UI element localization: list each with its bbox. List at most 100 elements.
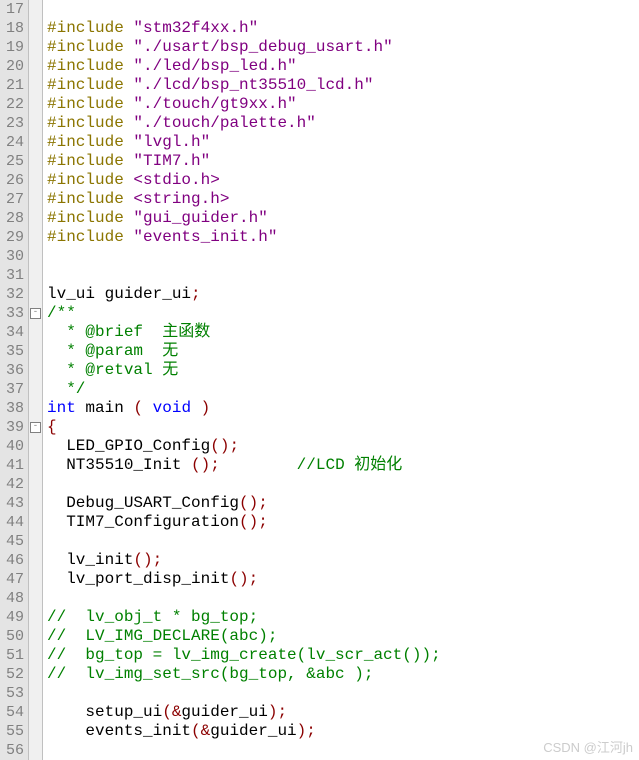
token-ident: lv_port_disp_init xyxy=(47,570,229,588)
line-number: 56 xyxy=(2,741,24,760)
code-line[interactable]: #include "stm32f4xx.h" xyxy=(47,19,441,38)
token-ident: guider_ui xyxy=(210,722,296,740)
code-line[interactable]: TIM7_Configuration(); xyxy=(47,513,441,532)
code-line[interactable]: #include "TIM7.h" xyxy=(47,152,441,171)
token-kw-pre: #include xyxy=(47,133,133,151)
line-number: 38 xyxy=(2,399,24,418)
code-line[interactable] xyxy=(47,741,441,760)
line-number: 27 xyxy=(2,190,24,209)
token-op: (); xyxy=(229,570,258,588)
code-line[interactable]: LED_GPIO_Config(); xyxy=(47,437,441,456)
code-line[interactable]: lv_init(); xyxy=(47,551,441,570)
token-op: (& xyxy=(191,722,210,740)
code-line[interactable]: /** xyxy=(47,304,441,323)
line-number: 29 xyxy=(2,228,24,247)
code-line[interactable]: // bg_top = lv_img_create(lv_scr_act()); xyxy=(47,646,441,665)
token-kw-pre: #include xyxy=(47,171,133,189)
line-number: 41 xyxy=(2,456,24,475)
token-op: { xyxy=(47,418,57,436)
token-str: "./touch/gt9xx.h" xyxy=(133,95,296,113)
fold-column[interactable]: -- xyxy=(28,0,43,760)
code-line[interactable]: #include "./usart/bsp_debug_usart.h" xyxy=(47,38,441,57)
token-ident: main xyxy=(76,399,134,417)
line-number: 21 xyxy=(2,76,24,95)
token-op: (); xyxy=(210,437,239,455)
code-line[interactable]: setup_ui(&guider_ui); xyxy=(47,703,441,722)
code-line[interactable]: events_init(&guider_ui); xyxy=(47,722,441,741)
line-number: 51 xyxy=(2,646,24,665)
token-kw-pre: #include xyxy=(47,19,133,37)
line-number: 39 xyxy=(2,418,24,437)
token-comment: // lv_img_set_src(bg_top, &abc ); xyxy=(47,665,373,683)
token-comment: //LCD 初始化 xyxy=(297,456,403,474)
code-line[interactable]: #include "events_init.h" xyxy=(47,228,441,247)
token-op: ); xyxy=(297,722,316,740)
line-number: 46 xyxy=(2,551,24,570)
token-str: "./touch/palette.h" xyxy=(133,114,315,132)
line-number: 37 xyxy=(2,380,24,399)
line-number: 20 xyxy=(2,57,24,76)
token-ident: guider_ui xyxy=(181,703,267,721)
code-editor: 1718192021222324252627282930313233343536… xyxy=(0,0,639,760)
line-number: 52 xyxy=(2,665,24,684)
line-number: 44 xyxy=(2,513,24,532)
code-line[interactable]: int main ( void ) xyxy=(47,399,441,418)
fold-toggle-icon[interactable]: - xyxy=(30,422,41,433)
code-line[interactable]: Debug_USART_Config(); xyxy=(47,494,441,513)
code-line[interactable]: lv_port_disp_init(); xyxy=(47,570,441,589)
token-ident: events_init xyxy=(47,722,191,740)
token-str: "./led/bsp_led.h" xyxy=(133,57,296,75)
code-line[interactable]: #include "./touch/gt9xx.h" xyxy=(47,95,441,114)
token-angle: <string.h> xyxy=(133,190,229,208)
token-kw-pre: #include xyxy=(47,38,133,56)
code-line[interactable] xyxy=(47,247,441,266)
code-line[interactable] xyxy=(47,532,441,551)
token-op: (); xyxy=(191,456,220,474)
code-line[interactable] xyxy=(47,475,441,494)
token-comment: // LV_IMG_DECLARE(abc); xyxy=(47,627,277,645)
token-ident: lv_init xyxy=(47,551,133,569)
code-line[interactable]: * @param 无 xyxy=(47,342,441,361)
line-number: 49 xyxy=(2,608,24,627)
token-str: "events_init.h" xyxy=(133,228,277,246)
fold-toggle-icon[interactable]: - xyxy=(30,308,41,319)
code-line[interactable] xyxy=(47,0,441,19)
code-line[interactable]: NT35510_Init (); //LCD 初始化 xyxy=(47,456,441,475)
code-line[interactable]: * @brief 主函数 xyxy=(47,323,441,342)
code-line[interactable]: #include "./led/bsp_led.h" xyxy=(47,57,441,76)
token-kw-pre: #include xyxy=(47,76,133,94)
token-comment: */ xyxy=(47,380,85,398)
token-ident xyxy=(220,456,297,474)
token-op: ( xyxy=(133,399,143,417)
code-line[interactable]: lv_ui guider_ui; xyxy=(47,285,441,304)
line-number: 18 xyxy=(2,19,24,38)
code-line[interactable]: #include "lvgl.h" xyxy=(47,133,441,152)
code-line[interactable]: // lv_img_set_src(bg_top, &abc ); xyxy=(47,665,441,684)
line-number: 30 xyxy=(2,247,24,266)
code-line[interactable]: #include "./lcd/bsp_nt35510_lcd.h" xyxy=(47,76,441,95)
token-str: "./usart/bsp_debug_usart.h" xyxy=(133,38,392,56)
code-line[interactable]: */ xyxy=(47,380,441,399)
code-line[interactable]: #include <stdio.h> xyxy=(47,171,441,190)
code-line[interactable]: // LV_IMG_DECLARE(abc); xyxy=(47,627,441,646)
line-number: 28 xyxy=(2,209,24,228)
line-number: 32 xyxy=(2,285,24,304)
code-line[interactable]: * @retval 无 xyxy=(47,361,441,380)
token-comment: // bg_top = lv_img_create(lv_scr_act()); xyxy=(47,646,441,664)
token-op: (& xyxy=(162,703,181,721)
code-line[interactable]: // lv_obj_t * bg_top; xyxy=(47,608,441,627)
code-line[interactable] xyxy=(47,684,441,703)
line-number: 40 xyxy=(2,437,24,456)
code-line[interactable] xyxy=(47,589,441,608)
line-number: 31 xyxy=(2,266,24,285)
line-number: 24 xyxy=(2,133,24,152)
code-line[interactable]: #include "./touch/palette.h" xyxy=(47,114,441,133)
code-line[interactable]: #include "gui_guider.h" xyxy=(47,209,441,228)
code-line[interactable] xyxy=(47,266,441,285)
code-line[interactable]: { xyxy=(47,418,441,437)
code-line[interactable]: #include <string.h> xyxy=(47,190,441,209)
code-area[interactable]: #include "stm32f4xx.h"#include "./usart/… xyxy=(43,0,441,760)
line-number: 54 xyxy=(2,703,24,722)
line-number: 48 xyxy=(2,589,24,608)
token-op: ); xyxy=(268,703,287,721)
